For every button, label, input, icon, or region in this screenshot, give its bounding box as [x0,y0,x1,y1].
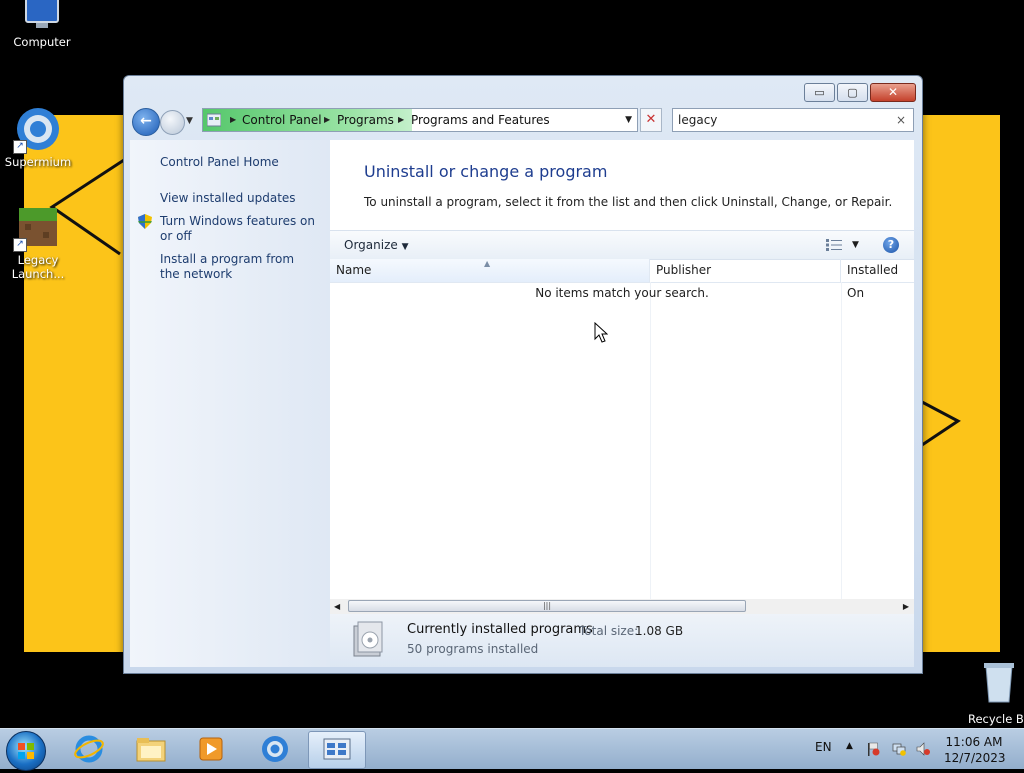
content-pane: Uninstall or change a program To uninsta… [330,140,914,667]
install-from-network-link[interactable]: Install a program from the network [160,252,310,282]
empty-list-message: No items match your search. [535,286,709,300]
taskbar-media-player[interactable] [184,731,238,767]
left-task-pane: Control Panel Home View installed update… [130,140,330,667]
clear-search-icon[interactable]: × [896,109,906,131]
desktop-icon-label: Legacy Launch... [11,253,65,281]
internet-explorer-icon [74,735,104,763]
command-toolbar: Organize ▼ ▼ ? [330,230,914,260]
mouse-cursor-icon [594,322,608,343]
clock-time: 11:06 AM [945,735,1003,749]
address-dropdown-icon[interactable]: ▼ [625,109,632,131]
breadcrumb-separator-icon[interactable]: ▶ [230,109,236,131]
breadcrumb-separator-icon[interactable]: ▶ [398,109,404,131]
language-indicator[interactable]: EN [815,740,832,754]
scroll-right-icon[interactable]: ▶ [903,599,909,614]
window-controls: ▭ ▢ ✕ [802,83,916,102]
column-label: Name [336,263,372,277]
back-button[interactable]: ← [132,108,160,136]
action-center-flag-icon[interactable] [866,742,880,756]
desktop-icon-supermium[interactable]: ↗ Supermium [0,106,76,169]
close-icon: ✕ [887,85,899,99]
control-panel-home-link[interactable]: Control Panel Home [160,155,279,170]
column-divider [841,282,842,599]
instructions-text: To uninstall a program, select it from t… [364,195,893,209]
desktop-icon-computer[interactable]: Computer [4,0,80,49]
breadcrumb-programs-and-features[interactable]: Programs and Features [411,109,550,131]
column-header-installed-on[interactable]: Installed On [841,259,914,300]
organize-button[interactable]: Organize ▼ [344,231,409,261]
details-pane: Currently installed programs Total size:… [330,614,914,667]
clock-date: 12/7/2023 [944,751,1006,765]
shortcut-arrow-icon: ↗ [13,140,27,154]
taskbar: EN ▲ 11:06 AM 12/7/2023 [0,728,1024,771]
close-button[interactable]: ✕ [870,83,916,102]
taskbar-file-explorer[interactable] [124,731,178,767]
stop-button[interactable]: ✕ [640,108,662,132]
computer-icon [22,0,62,32]
breadcrumb-control-panel[interactable]: Control Panel [242,109,322,131]
scrollbar-thumb[interactable]: ||| [348,600,746,612]
maximize-icon: ▢ [847,86,858,99]
supermium-icon [262,736,288,762]
search-input[interactable]: legacy [678,109,717,131]
organize-label: Organize [344,238,398,252]
control-panel-icon [323,738,351,760]
column-divider [650,282,651,599]
stop-x-icon: ✕ [645,112,657,127]
folder-icon [136,738,166,762]
breadcrumb-separator-icon[interactable]: ▶ [324,109,330,131]
sort-ascending-icon: ▲ [484,259,491,268]
chevron-down-icon: ▼ [401,242,409,252]
recent-pages-dropdown[interactable]: ▼ [186,116,193,126]
column-header-row: Name ▲ Publisher Installed On [330,259,914,300]
details-title: Currently installed programs [407,622,593,637]
desktop-icon-legacy-launcher[interactable]: ↗ Legacy Launch... [0,204,76,281]
help-icon[interactable]: ? [883,237,899,253]
column-header-publisher[interactable]: Publisher [650,259,841,282]
taskbar-control-panel[interactable] [308,731,366,769]
view-options-dropdown-icon[interactable]: ▼ [852,231,859,259]
page-title: Uninstall or change a program [364,162,608,181]
media-player-icon [199,737,223,761]
desktop-icon-label: Computer [13,35,71,49]
view-installed-updates-link[interactable]: View installed updates [160,191,296,206]
minimize-button[interactable]: ▭ [804,83,835,102]
programs-and-features-window: ▭ ▢ ✕ ← ▼ ▶ Control Panel ▶ Programs ▶ P… [123,75,923,674]
change-view-icon[interactable] [826,239,842,251]
turn-windows-features-link[interactable]: Turn Windows features on or off [160,214,320,244]
network-icon[interactable] [892,742,906,756]
control-panel-icon [207,113,221,127]
desktop-icon-label: Supermium [4,155,72,169]
total-size-value: 1.08 GB [635,624,684,638]
clock[interactable]: 11:06 AM 12/7/2023 [944,734,1006,766]
show-hidden-icons-icon[interactable]: ▲ [846,741,853,751]
back-arrow-icon: ← [140,113,152,129]
taskbar-supermium[interactable] [248,731,302,767]
supermium-icon: ↗ [13,106,61,154]
column-header-name[interactable]: Name ▲ [330,259,650,282]
volume-muted-icon[interactable] [916,742,930,756]
forward-button[interactable] [160,110,185,135]
recycle-bin-icon [980,660,1018,704]
start-button[interactable] [6,731,46,771]
breadcrumb-programs[interactable]: Programs [337,109,394,131]
shortcut-arrow-icon: ↗ [13,238,27,252]
taskbar-internet-explorer[interactable] [62,731,116,767]
total-size-label: Total size: [579,624,639,638]
search-box[interactable]: legacy × [672,108,914,132]
navigation-bar: ← ▼ ▶ Control Panel ▶ Programs ▶ Program… [132,107,916,136]
horizontal-scrollbar[interactable]: ◀ ||| ▶ [330,599,914,614]
windows-logo-icon [18,743,34,759]
minecraft-block-icon: ↗ [13,204,61,252]
uac-shield-icon [138,214,152,229]
maximize-button[interactable]: ▢ [837,83,868,102]
desktop-icon-recycle-bin[interactable]: Recycle Bi [968,660,1024,726]
programs-count: 50 programs installed [407,642,539,656]
desktop-icon-label: Recycle Bi [968,712,1024,726]
address-bar[interactable]: ▶ Control Panel ▶ Programs ▶ Programs an… [202,108,638,132]
installed-programs-icon [353,621,383,657]
column-label: Publisher [656,263,712,277]
minimize-icon: ▭ [814,86,825,99]
scroll-left-icon[interactable]: ◀ [334,599,340,614]
